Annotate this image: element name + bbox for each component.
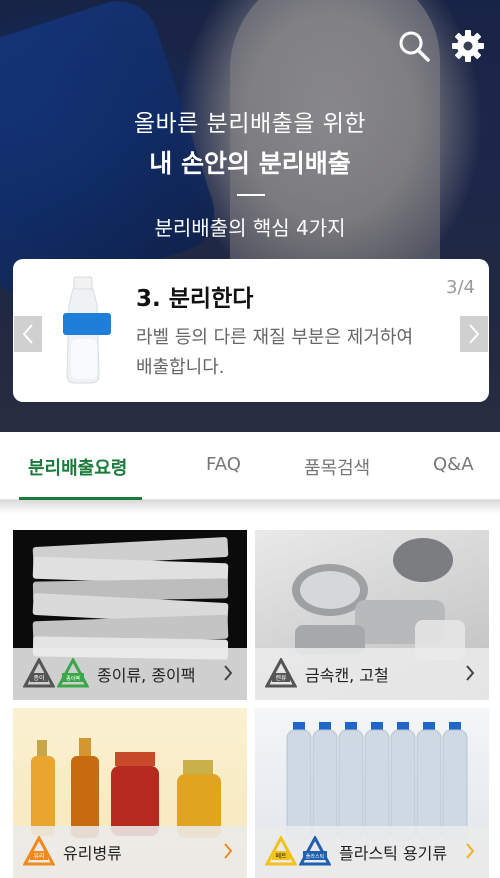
hero-toolbar	[396, 28, 486, 64]
chevron-left-icon	[22, 324, 33, 344]
svg-text:페트: 페트	[275, 852, 287, 860]
tab-bar: 분리배출요령 FAQ 품목검색 Q&A	[0, 432, 500, 500]
gear-icon[interactable]	[450, 28, 486, 64]
tab-item-search[interactable]: 품목검색	[304, 454, 370, 480]
category-bar: 캔류 금속캔, 고철	[255, 648, 489, 700]
hero-title: 내 손안의 분리배출	[149, 149, 351, 178]
svg-text:유리: 유리	[33, 852, 44, 860]
chevron-right-icon	[466, 843, 475, 859]
category-tile-glass[interactable]: 유리 유리병류	[13, 708, 247, 878]
recycle-paperpack-icon: 종이팩	[57, 658, 89, 688]
tip-card: 3. 분리한다 3/4 라벨 등의 다른 재질 부분은 제거하여 배출합니다.	[13, 259, 489, 402]
chevron-right-icon	[224, 665, 233, 681]
recycle-paper-icon: 종이	[23, 658, 55, 688]
chevron-right-icon	[466, 665, 475, 681]
search-icon[interactable]	[396, 28, 432, 64]
recycle-pet-icon: 페트	[265, 836, 297, 866]
category-bar: 유리 유리병류	[13, 826, 247, 878]
category-bar: 페트 플라스틱 플라스틱 용기류	[255, 826, 489, 878]
carousel-next-button[interactable]	[460, 316, 488, 352]
category-label: 종이류, 종이팩	[97, 666, 196, 685]
hero-divider	[237, 194, 265, 196]
tab-faq[interactable]: FAQ	[206, 454, 241, 475]
card-description-line: 배출합니다.	[136, 357, 225, 378]
recycle-plastic-icon: 플라스틱	[299, 836, 331, 866]
card-counter: 3/4	[446, 277, 475, 298]
svg-text:종이: 종이	[33, 674, 44, 682]
chevron-right-icon	[224, 843, 233, 859]
carousel-prev-button[interactable]	[14, 316, 42, 352]
recycle-glass-icon: 유리	[23, 836, 55, 866]
card-title: 3. 분리한다	[136, 286, 254, 312]
tab-qna[interactable]: Q&A	[433, 454, 474, 475]
hero-core-label: 분리배출의 핵심 4가지	[154, 216, 346, 240]
svg-text:캔류: 캔류	[275, 674, 287, 682]
bottle-image	[63, 276, 111, 384]
card-description-line: 라벨 등의 다른 재질 부분은 제거하여	[136, 327, 414, 348]
category-tile-paper[interactable]: 종이 종이팩 종이류, 종이팩	[13, 530, 247, 700]
tab-guide[interactable]: 분리배출요령	[28, 454, 127, 480]
category-label: 플라스틱 용기류	[339, 844, 448, 863]
category-label: 금속캔, 고철	[305, 666, 389, 685]
category-label: 유리병류	[63, 844, 122, 863]
recycle-can-icon: 캔류	[265, 658, 297, 688]
svg-text:종이팩: 종이팩	[66, 675, 80, 682]
svg-text:플라스틱: 플라스틱	[306, 853, 324, 860]
chevron-right-icon	[469, 324, 480, 344]
category-tile-metal[interactable]: 캔류 금속캔, 고철	[255, 530, 489, 700]
card-description: 라벨 등의 다른 재질 부분은 제거하여 배출합니다.	[136, 323, 456, 383]
category-tile-plastic[interactable]: 페트 플라스틱 플라스틱 용기류	[255, 708, 489, 878]
hero-subtitle: 올바른 분리배출을 위한	[133, 111, 367, 137]
category-bar: 종이 종이팩 종이류, 종이팩	[13, 648, 247, 700]
